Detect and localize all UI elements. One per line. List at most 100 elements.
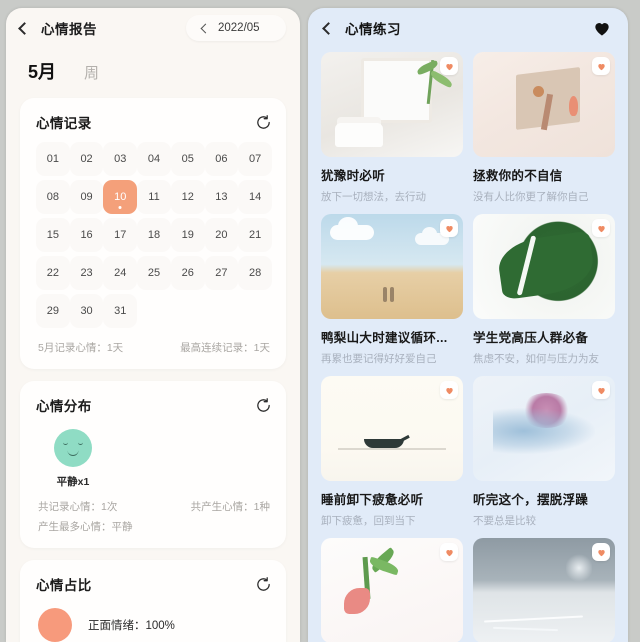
favorite-badge[interactable]: [440, 543, 458, 561]
mood-distribution-item[interactable]: 平静x1: [44, 429, 102, 489]
calendar-day[interactable]: 16: [69, 218, 104, 252]
practice-card-title: 睡前卸下疲惫必听: [321, 493, 424, 507]
calendar-day[interactable]: 03: [103, 142, 138, 176]
favorite-badge[interactable]: [592, 381, 610, 399]
heart-badge-icon: [445, 63, 453, 70]
calendar-day[interactable]: 23: [69, 256, 104, 290]
figures-decor: [383, 286, 395, 303]
date-selector[interactable]: 2022/05: [186, 15, 286, 41]
oar-decor: [392, 434, 410, 446]
calendar-day[interactable]: 09: [69, 180, 104, 214]
calendar-day[interactable]: 11: [137, 180, 171, 214]
flower-decor-icon: [569, 96, 579, 117]
practice-card-title: 犹豫时必听: [321, 169, 386, 183]
practice-card[interactable]: [473, 538, 615, 642]
calendar-day[interactable]: 18: [137, 218, 171, 252]
calendar-day[interactable]: 22: [36, 256, 70, 290]
favorite-badge[interactable]: [440, 381, 458, 399]
favorite-badge[interactable]: [592, 219, 610, 237]
tab-month[interactable]: 5月: [28, 58, 56, 84]
mood-ratio-legend-row: 正面情绪：100%: [36, 608, 272, 642]
right-header: 心情练习: [308, 8, 628, 48]
screenshot-root: 心情报告 2022/05 5月 周 心情记录 01 02 03 04 05 06 07 08 0…: [0, 0, 640, 642]
calendar-day[interactable]: 25: [137, 256, 171, 290]
mood-record-header: 心情记录: [36, 112, 272, 132]
calendar-day[interactable]: 31: [103, 294, 138, 328]
practice-card-subtitle: 放下一切想法，去行动: [321, 191, 426, 203]
calendar-day[interactable]: 27: [204, 256, 239, 290]
calendar-day[interactable]: 07: [238, 142, 272, 176]
mood-record-footer: 5月记录心情：1天 最高连续记录：1天: [36, 340, 272, 355]
practice-card-thumbnail: [473, 538, 615, 642]
refresh-icon[interactable]: [255, 114, 272, 131]
heart-filled-icon[interactable]: [592, 18, 612, 38]
heart-badge-icon: [445, 387, 453, 394]
calendar-day[interactable]: 14: [238, 180, 272, 214]
mood-distribution-card: 心情分布 平静x1 共记录心情：1次 共产生心情：1种 产生最多心情：平静: [20, 381, 286, 548]
tab-week[interactable]: 周: [84, 62, 99, 83]
practice-card-subtitle: 卸下疲惫，回到当下: [321, 515, 416, 527]
calendar-day[interactable]: 05: [170, 142, 205, 176]
practice-card-title: 拯救你的不自信: [473, 169, 563, 183]
calendar-day[interactable]: 26: [170, 256, 205, 290]
practice-card[interactable]: 犹豫时必听放下一切想法，去行动: [321, 52, 463, 204]
calendar-day[interactable]: 12: [170, 180, 205, 214]
practice-card-thumbnail: [321, 52, 463, 157]
mood-ratio-legend: 正面情绪：100%: [88, 620, 175, 632]
practice-card-title: 听完这个，摆脱浮躁: [473, 493, 589, 507]
calendar-day[interactable]: 04: [137, 142, 171, 176]
mood-distribution-header: 心情分布: [36, 395, 272, 415]
refresh-icon[interactable]: [255, 397, 272, 414]
practice-card[interactable]: 听完这个，摆脱浮躁 不要总是比较: [473, 376, 615, 528]
practice-card[interactable]: 学生党高压人群必备 焦虑不安，如何与压力为友: [473, 214, 615, 366]
heart-badge-icon: [597, 549, 605, 556]
snow-line-decor: [484, 615, 584, 623]
calendar-day[interactable]: 10: [103, 180, 138, 214]
favorite-badge[interactable]: [440, 57, 458, 75]
calendar-day[interactable]: 28: [238, 256, 272, 290]
calendar-day[interactable]: 02: [69, 142, 104, 176]
chevron-left-icon[interactable]: [18, 21, 31, 35]
mood-ratio-header: 心情占比: [36, 574, 272, 594]
cloud-icon: [329, 216, 374, 240]
calendar-day[interactable]: 24: [103, 256, 138, 290]
practice-card-grid: 犹豫时必听 放下一切想法，去行动 拯救你的不自信 没有人比你更了解你自己 鸭梨山大时建议…: [308, 48, 628, 642]
calendar-day[interactable]: 21: [238, 218, 272, 252]
calendar-day[interactable]: 13: [204, 180, 239, 214]
calendar-day-empty: [238, 294, 272, 328]
face-mouth: [67, 450, 79, 456]
favorite-badge[interactable]: [592, 543, 610, 561]
page-title: 心情报告: [41, 22, 97, 37]
practice-card[interactable]: 拯救你的不自信 没有人比你更了解你自己: [473, 52, 615, 204]
practice-card[interactable]: 鸭梨山大时建议循环... 再累也要记得好好爱自己: [321, 214, 463, 366]
mood-ratio-card: 心情占比 正面情绪：100%: [20, 560, 286, 642]
flower-decor-icon: [532, 85, 544, 97]
practice-card[interactable]: [321, 538, 463, 642]
favorite-badge[interactable]: [440, 219, 458, 237]
calendar-day[interactable]: 17: [103, 218, 138, 252]
month-record-count: 5月记录心情：1天: [38, 342, 124, 354]
face-eye-left: [63, 442, 68, 445]
favorite-badge[interactable]: [592, 57, 610, 75]
heart-badge-icon: [445, 549, 453, 556]
mood-practice-screen: 心情练习 犹豫时必听 放下一切想法，去行动 拯救你的不自信 没有人比你更了解你自己 鸭梨…: [308, 8, 628, 642]
calendar-day[interactable]: 29: [36, 294, 70, 328]
calendar-day[interactable]: 08: [36, 180, 70, 214]
practice-card-thumbnail: [321, 214, 463, 319]
calendar-day[interactable]: 15: [36, 218, 70, 252]
calendar-day[interactable]: 20: [204, 218, 239, 252]
refresh-icon[interactable]: [255, 576, 272, 593]
calendar-day[interactable]: 01: [36, 142, 70, 176]
calendar-day[interactable]: 30: [69, 294, 104, 328]
practice-card-thumbnail: [321, 538, 463, 642]
practice-card-subtitle: 焦虑不安，如何与压力为友: [473, 353, 599, 365]
max-streak-count: 最高连续记录：1天: [180, 342, 270, 354]
page-title: 心情练习: [345, 22, 401, 37]
period-tabs: 5月 周: [6, 48, 300, 98]
calendar-day[interactable]: 06: [204, 142, 239, 176]
practice-card[interactable]: 睡前卸下疲惫必听 卸下疲惫，回到当下: [321, 376, 463, 528]
chevron-left-icon[interactable]: [200, 23, 211, 33]
calendar-day[interactable]: 19: [170, 218, 205, 252]
mood-item-label: 平静x1: [56, 476, 90, 488]
chevron-left-icon[interactable]: [322, 21, 335, 35]
